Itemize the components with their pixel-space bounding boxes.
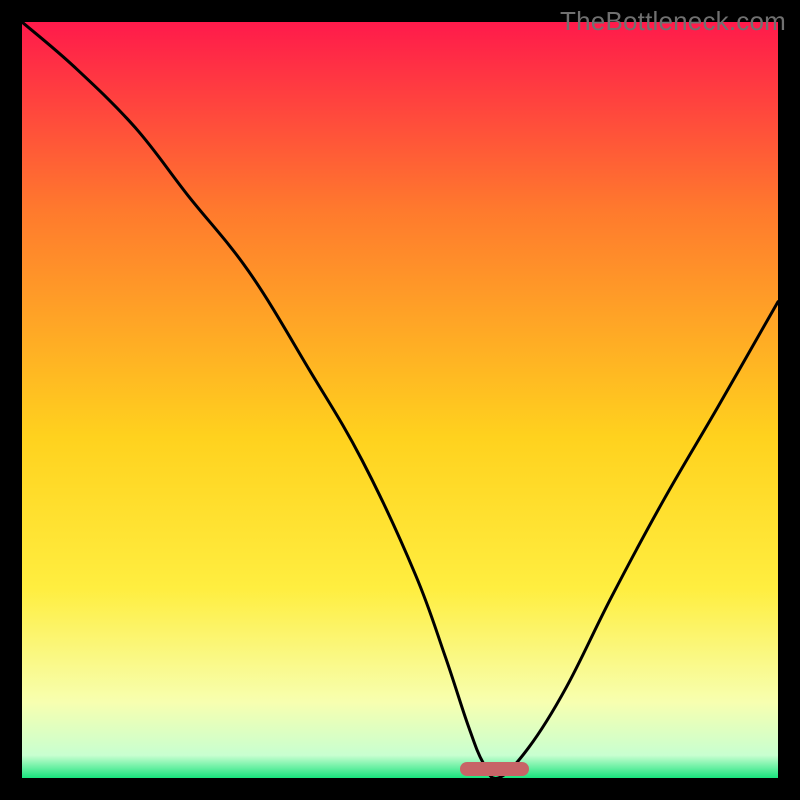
chart-frame: TheBottleneck.com <box>0 0 800 800</box>
watermark-text: TheBottleneck.com <box>560 6 786 37</box>
optimal-range-marker <box>460 762 528 776</box>
bottleneck-curve <box>22 22 778 778</box>
curve-layer <box>22 22 778 778</box>
plot-area <box>22 22 778 778</box>
